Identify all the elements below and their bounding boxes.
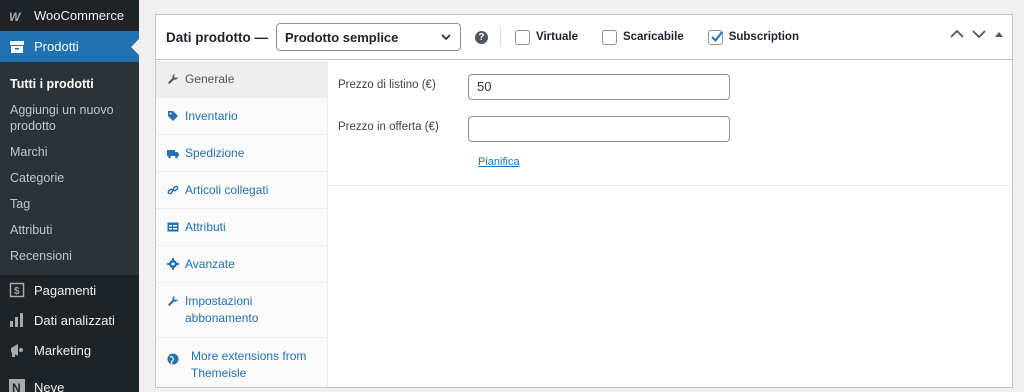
product-data-postbox: Dati prodotto — Prodotto semplice ? Virt…: [155, 14, 1013, 388]
tab-label: Articoli collegati: [185, 183, 269, 197]
submenu-tutti-i-prodotti[interactable]: Tutti i prodotti: [0, 68, 139, 97]
tab-attributi[interactable]: Attributi: [156, 209, 327, 246]
link-icon: [166, 183, 180, 197]
help-icon[interactable]: ?: [474, 30, 488, 44]
move-down-icon[interactable]: [972, 29, 986, 39]
tab-avanzate[interactable]: Avanzate: [156, 246, 327, 283]
neve-logo-icon: N: [8, 378, 26, 392]
sale-price-row: Prezzo in offerta (€) Pianifica: [338, 116, 730, 168]
menu-pagamenti[interactable]: $ Pagamenti: [0, 275, 139, 305]
option-virtuale[interactable]: Virtuale: [514, 29, 578, 45]
move-up-icon[interactable]: [950, 29, 964, 39]
option-scaricabile[interactable]: Scaricabile: [601, 29, 684, 45]
header-divider: [499, 27, 501, 47]
megaphone-icon: [8, 341, 26, 359]
menu-marketing[interactable]: Marketing: [0, 335, 139, 365]
sale-price-label: Prezzo in offerta (€): [338, 121, 439, 133]
tab-label: More extensions from Themeisle: [191, 349, 307, 380]
svg-text:$: $: [14, 286, 20, 297]
postbox-header: Dati prodotto — Prodotto semplice ? Virt…: [156, 15, 1012, 60]
schedule-link[interactable]: Pianifica: [478, 156, 520, 168]
tab-label: Impostazioni abbonamento: [185, 294, 259, 325]
product-type-select[interactable]: Prodotto semplice: [275, 23, 461, 51]
wrench-icon: [166, 72, 180, 86]
virtuale-checkbox[interactable]: [514, 29, 530, 45]
admin-sidebar: W WooCommerce Prodotti Tutti i prodotti …: [0, 0, 139, 392]
prodotti-submenu: Tutti i prodotti Aggiungi un nuovo prodo…: [0, 62, 139, 275]
regular-price-label: Prezzo di listino (€): [338, 79, 436, 91]
menu-label: Marketing: [34, 342, 92, 358]
submenu-marchi[interactable]: Marchi: [0, 139, 139, 165]
chart-bar-icon: [8, 311, 26, 329]
tab-label: Generale: [185, 72, 235, 86]
wrench-icon: [166, 294, 180, 308]
globe-icon: [166, 352, 180, 366]
tab-articoli-collegati[interactable]: Articoli collegati: [156, 172, 327, 209]
svg-text:W: W: [9, 10, 22, 22]
menu-label: Dati analizzati: [34, 312, 115, 328]
menu-label: Prodotti: [34, 39, 79, 54]
svg-text:N: N: [12, 381, 21, 392]
option-label: Virtuale: [535, 31, 578, 43]
tab-inventario[interactable]: Inventario: [156, 98, 327, 135]
postbox-actions: [950, 29, 1004, 39]
table-icon: [166, 220, 180, 234]
menu-woocommerce[interactable]: W WooCommerce: [0, 0, 139, 31]
chevron-down-icon: [440, 31, 452, 46]
product-type-value: Prodotto semplice: [284, 29, 399, 45]
checkmark-icon: [710, 30, 723, 42]
submenu-categorie[interactable]: Categorie: [0, 165, 139, 191]
tab-label: Inventario: [185, 109, 238, 123]
scaricabile-checkbox[interactable]: [601, 29, 617, 45]
general-panel: Prezzo di listino (€) 50 Prezzo in offer…: [328, 61, 1012, 186]
tab-spedizione[interactable]: Spedizione: [156, 135, 327, 172]
menu-neve[interactable]: N Neve: [0, 371, 139, 392]
tab-generale[interactable]: Generale: [156, 61, 327, 98]
regular-price-row: Prezzo di listino (€) 50: [338, 74, 730, 100]
tab-label: Attributi: [185, 220, 226, 234]
submenu-aggiungi-prodotto[interactable]: Aggiungi un nuovo prodotto: [0, 97, 125, 139]
submenu-recensioni[interactable]: Recensioni: [0, 243, 139, 269]
menu-label: Neve: [34, 379, 65, 392]
menu-label: WooCommerce: [34, 8, 125, 23]
option-label: Scaricabile: [622, 31, 684, 43]
tab-label: Avanzate: [185, 257, 235, 271]
tag-icon: [166, 109, 180, 123]
tab-label: Spedizione: [185, 146, 245, 160]
regular-price-input[interactable]: 50: [468, 74, 730, 100]
option-label: Subscription: [728, 31, 799, 43]
tab-impostazioni-abbonamento[interactable]: Impostazioni abbonamento: [156, 283, 327, 338]
menu-dati-analizzati[interactable]: Dati analizzati: [0, 305, 139, 335]
collapse-toggle-icon[interactable]: [994, 30, 1004, 38]
sale-price-input[interactable]: [468, 116, 730, 142]
dollar-icon: $: [8, 281, 26, 299]
truck-icon: [166, 146, 180, 160]
gear-icon: [166, 257, 180, 271]
menu-prodotti[interactable]: Prodotti: [0, 31, 139, 62]
tab-more-extensions[interactable]: More extensions from Themeisle: [156, 338, 327, 392]
postbox-title: Dati prodotto —: [166, 29, 268, 45]
subscription-checkbox[interactable]: [707, 29, 723, 45]
submenu-attributi[interactable]: Attributi: [0, 217, 139, 243]
menu-label: Pagamenti: [34, 282, 97, 298]
submenu-tag[interactable]: Tag: [0, 191, 139, 217]
product-data-tabs: Generale Inventario Spedizione Articoli …: [156, 61, 328, 387]
option-subscription[interactable]: Subscription: [707, 29, 799, 45]
woocommerce-icon: W: [8, 7, 26, 25]
archive-icon: [8, 38, 26, 56]
